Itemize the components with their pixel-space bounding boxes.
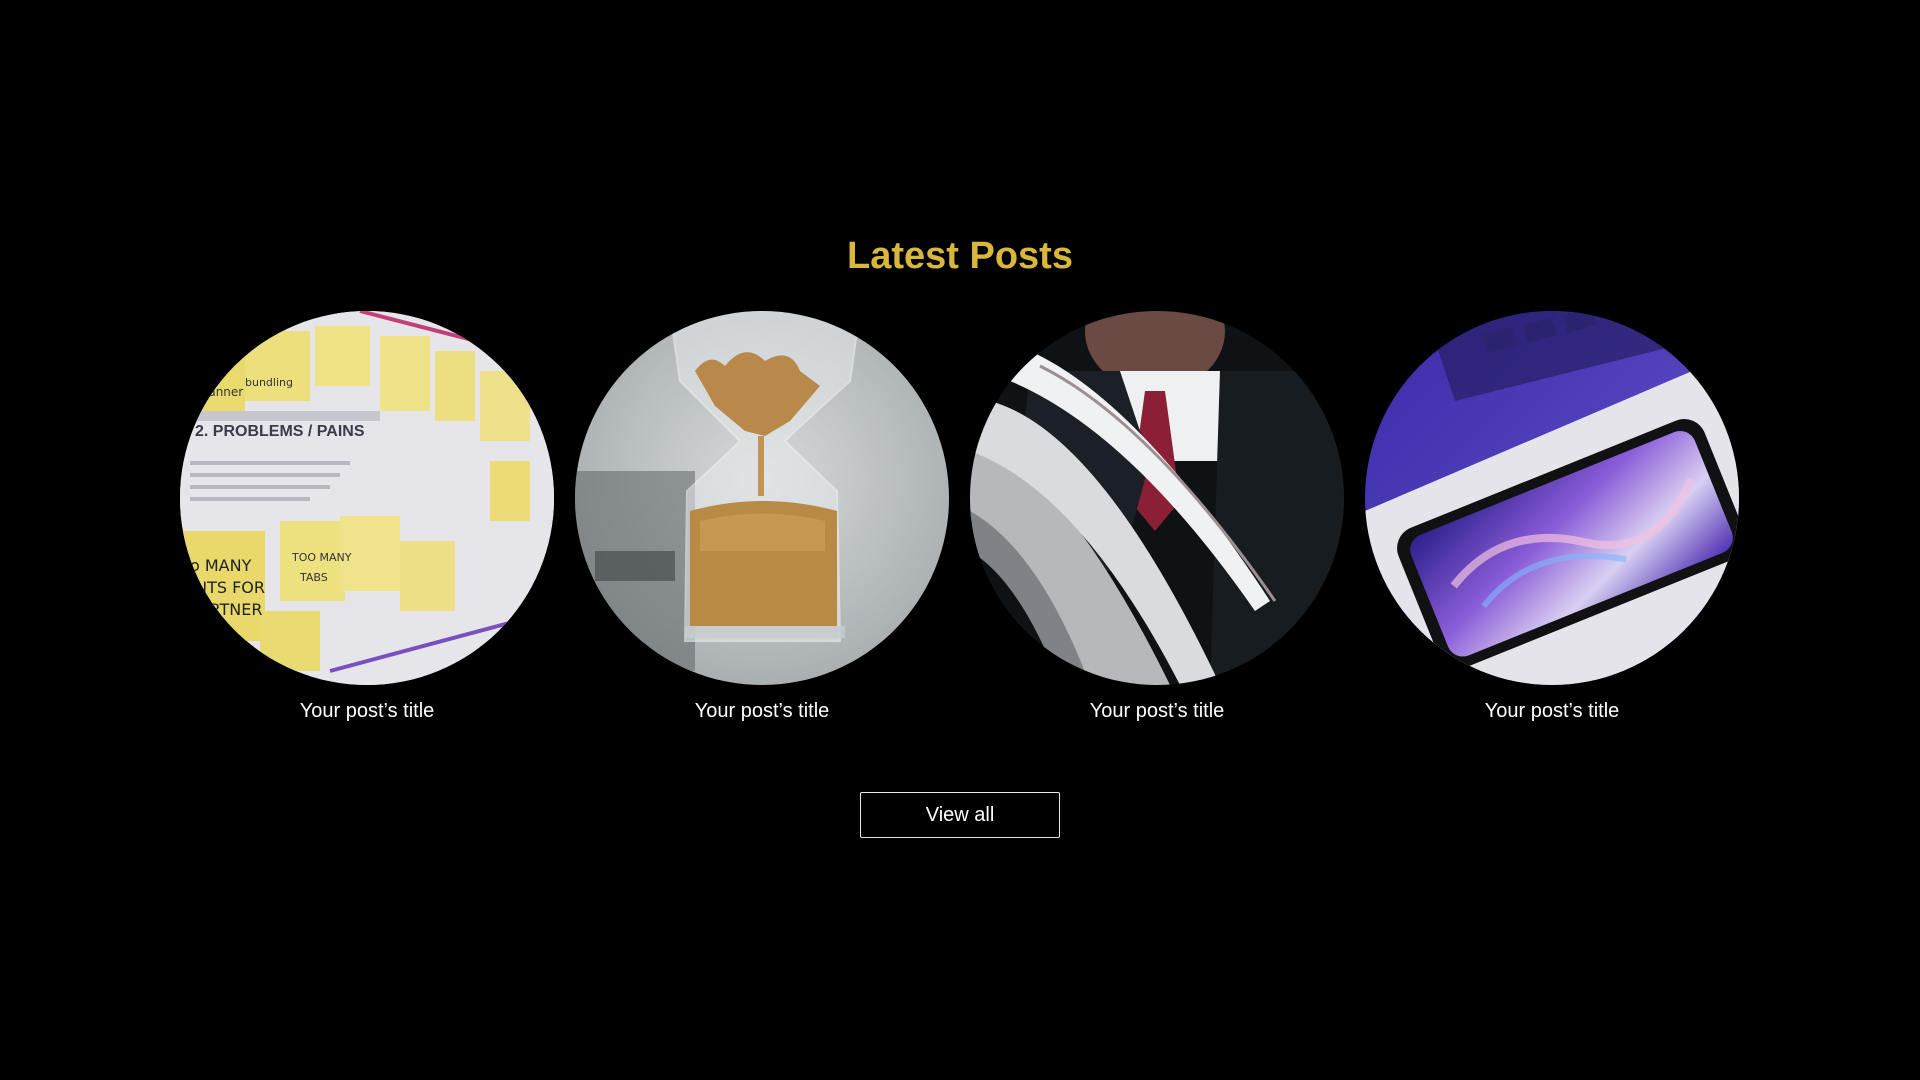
post-title[interactable]: Your post’s title — [180, 698, 554, 724]
svg-text:TABS: TABS — [299, 571, 328, 584]
post-title[interactable]: Your post’s title — [575, 698, 949, 724]
post-thumbnail-hourglass[interactable] — [575, 311, 949, 685]
sticky-notes-board-image: 2. PROBLEMS / PAINS o MANY ENTS FOR PART… — [180, 311, 554, 685]
svg-text:PARTNER: PARTNER — [190, 600, 263, 619]
man-reading-magazine-image — [970, 311, 1344, 685]
post-card[interactable]: 2. PROBLEMS / PAINS o MANY ENTS FOR PART… — [180, 311, 554, 724]
post-card[interactable]: Your post’s title — [575, 311, 949, 724]
post-thumbnail-magazine[interactable] — [970, 311, 1344, 685]
post-thumbnail-smartphone[interactable] — [1365, 311, 1739, 685]
svg-text:TOO MANY: TOO MANY — [291, 551, 352, 564]
post-title[interactable]: Your post’s title — [970, 698, 1344, 724]
svg-text:2. PROBLEMS / PAINS: 2. PROBLEMS / PAINS — [195, 423, 365, 440]
svg-text:o MANY: o MANY — [190, 556, 252, 575]
hourglass-image — [575, 311, 949, 685]
post-thumbnail-sticky-notes[interactable]: 2. PROBLEMS / PAINS o MANY ENTS FOR PART… — [180, 311, 554, 685]
post-card[interactable]: Your post’s title — [1365, 311, 1739, 724]
smartphone-on-laptop-image — [1365, 311, 1739, 685]
latest-posts-section: Latest Posts 2. PROBLEMS / PAINS o MANY … — [0, 0, 1920, 1080]
post-title[interactable]: Your post’s title — [1365, 698, 1739, 724]
svg-text:ENTS FOR: ENTS FOR — [185, 578, 265, 597]
view-all-button[interactable]: View all — [860, 792, 1060, 838]
svg-text:lanner: lanner — [205, 385, 243, 399]
post-card[interactable]: Your post’s title — [970, 311, 1344, 724]
posts-list: 2. PROBLEMS / PAINS o MANY ENTS FOR PART… — [180, 311, 1740, 731]
section-heading: Latest Posts — [847, 235, 1073, 277]
svg-text:bundling: bundling — [245, 376, 293, 389]
